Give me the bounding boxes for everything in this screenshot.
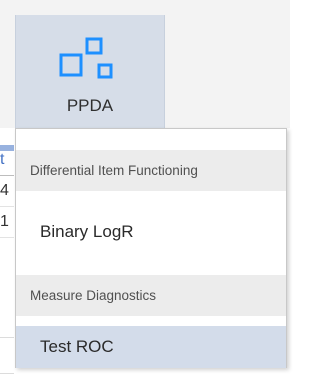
- ppda-dropdown-menu: Differential Item Functioning Binary Log…: [15, 128, 287, 368]
- multi-square-icon: [59, 37, 113, 79]
- grid-line: [0, 373, 14, 374]
- grid-cell: 4: [0, 176, 14, 207]
- grid-cell: 1: [0, 207, 14, 238]
- menu-section-header-dif: Differential Item Functioning: [16, 150, 286, 191]
- ribbon-bar: PPDA: [0, 0, 290, 128]
- ppda-button[interactable]: PPDA: [15, 15, 165, 128]
- ppda-label: PPDA: [66, 96, 114, 115]
- grid-line: [0, 337, 14, 338]
- menu-section-header-measure-diagnostics: Measure Diagnostics: [16, 275, 286, 316]
- grid-cell: t: [0, 145, 14, 176]
- menu-item-binary-logr[interactable]: Binary LogR: [16, 201, 286, 263]
- menu-item-test-roc[interactable]: Test ROC: [16, 326, 286, 368]
